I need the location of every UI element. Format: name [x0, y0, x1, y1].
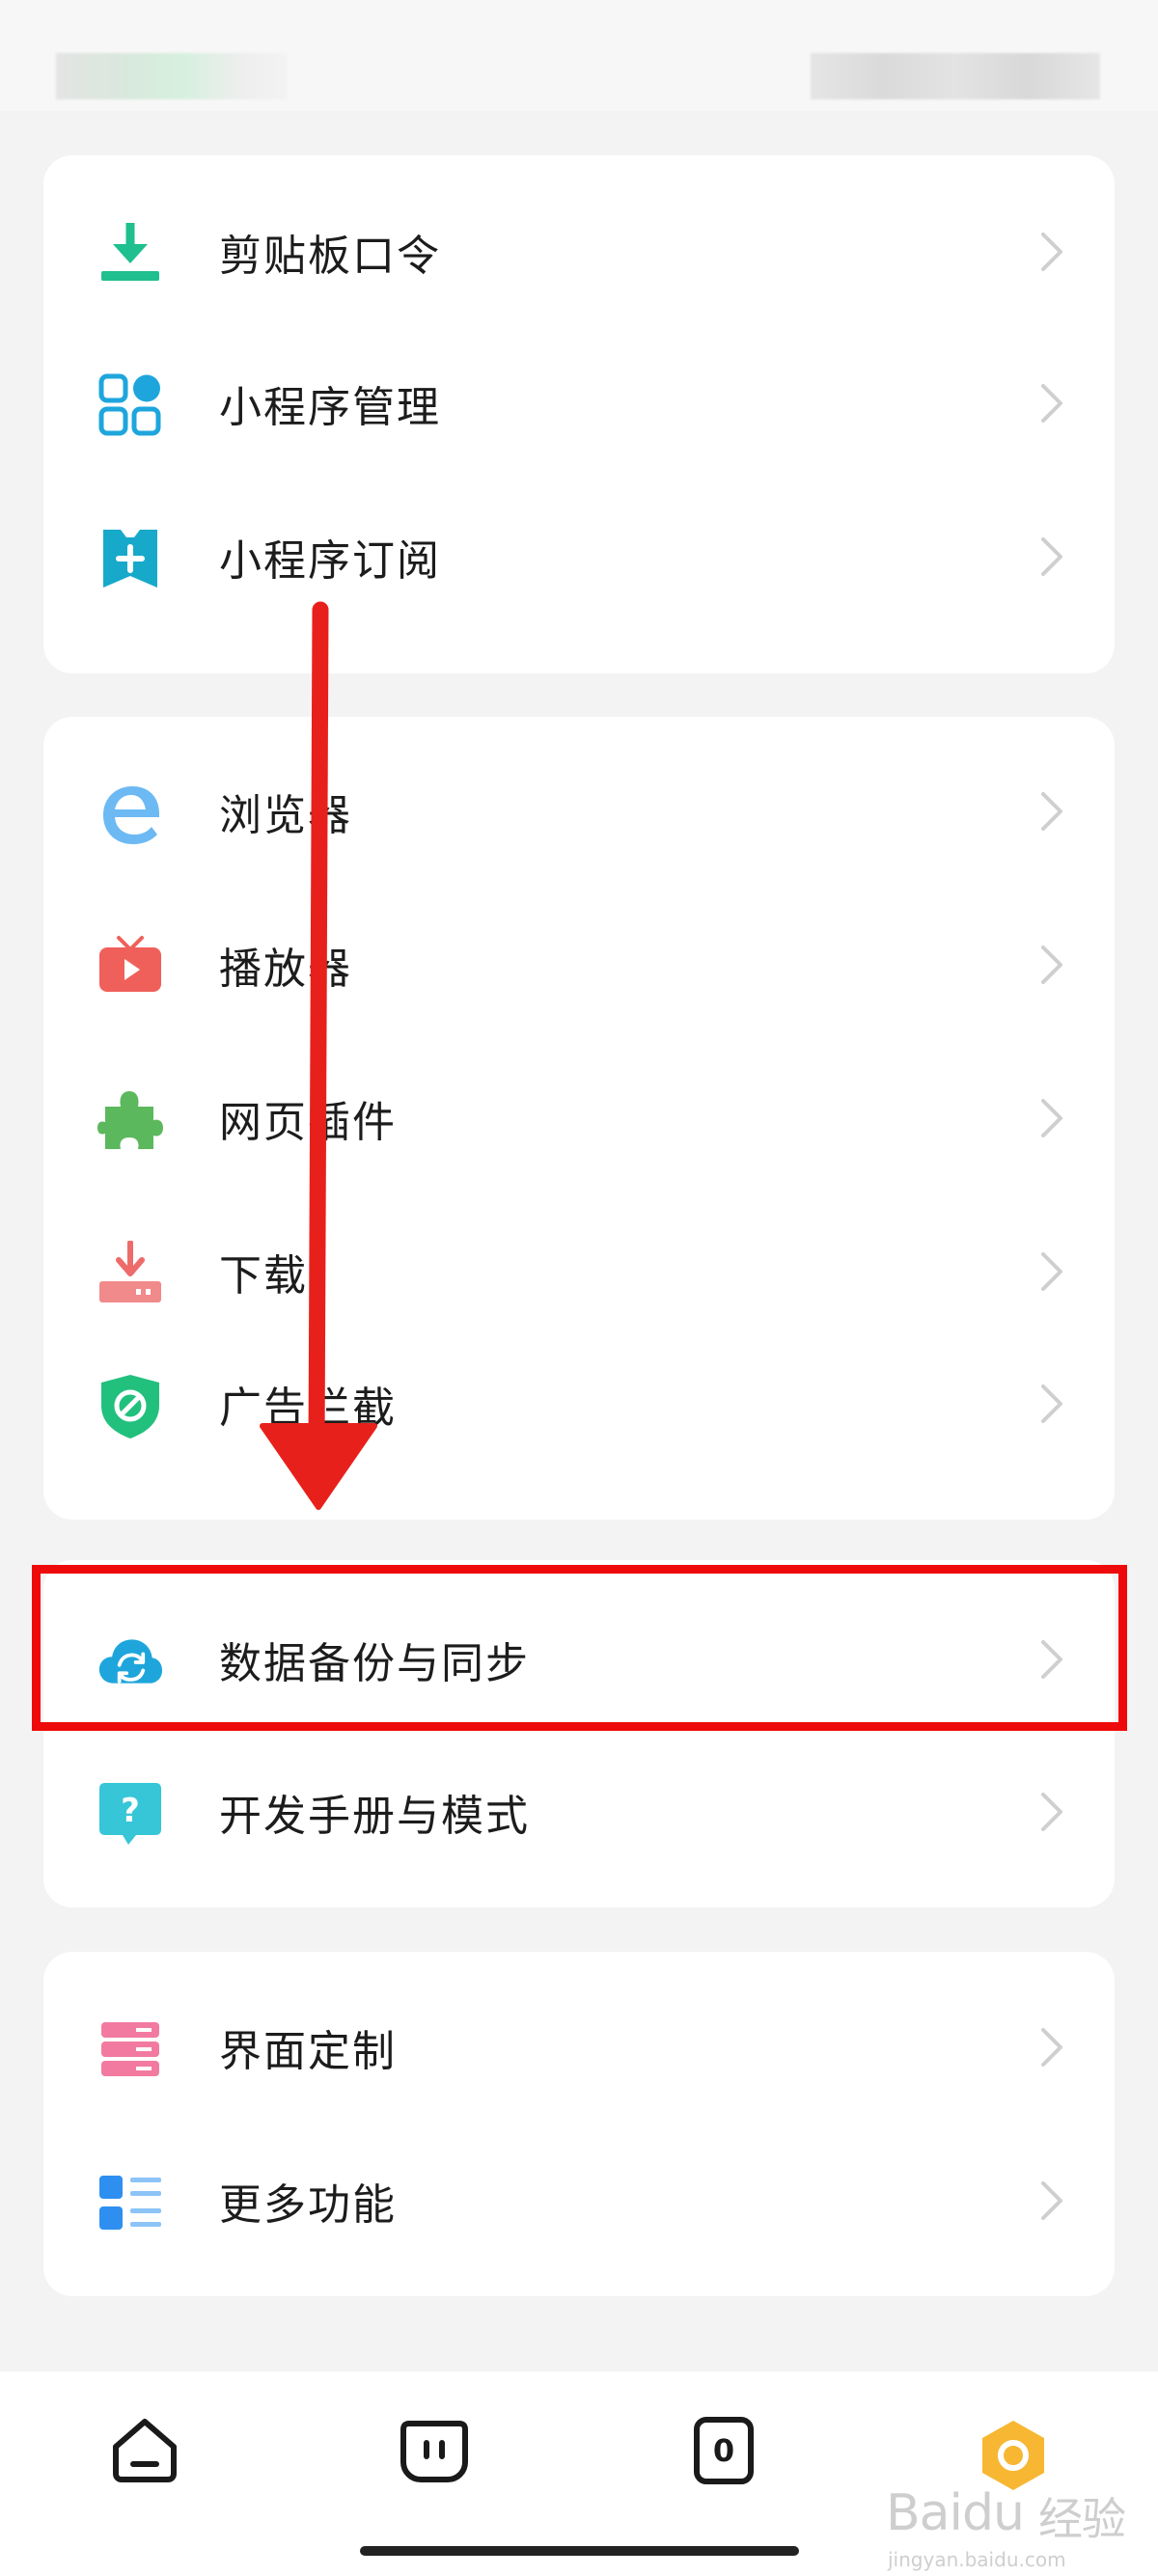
menu-item-label: 开发手册与模式 [219, 1792, 530, 1841]
menu-item-label: 界面定制 [219, 2027, 397, 2076]
annotation-highlight-box [32, 1565, 1127, 1731]
settings-card-ui: 界面定制 更多功能 [43, 1952, 1115, 2296]
chevron-right-icon [1037, 231, 1066, 273]
status-bar-blurred-left [56, 53, 288, 99]
status-bar-blurred-right [811, 53, 1100, 99]
settings-card-mini-programs: 剪贴板口令 小程序管理 小程序订阅 [43, 155, 1115, 673]
nav-tab-tabs[interactable]: 0 [685, 2412, 762, 2489]
menu-item-more-features[interactable]: 更多功能 [43, 2128, 1115, 2273]
nav-tab-home[interactable] [106, 2412, 183, 2489]
browser-e-icon [97, 781, 163, 846]
menu-item-label: 播放器 [219, 945, 352, 994]
chevron-right-icon [1037, 944, 1066, 986]
layers-list-icon [97, 2016, 163, 2082]
tv-play-icon [97, 934, 163, 1000]
menu-item-downloads[interactable]: 下载 [43, 1199, 1115, 1344]
chat-face-icon [396, 2412, 473, 2493]
baidu-jingyan-watermark: Baidu 经验 jingyan.baidu.com [886, 2484, 1137, 2571]
chevron-right-icon [1037, 535, 1066, 578]
menu-item-label: 广告拦截 [219, 1384, 397, 1433]
menu-item-label: 下载 [219, 1251, 308, 1301]
nav-tab-profile[interactable] [975, 2417, 1052, 2494]
menu-item-label: 剪贴板口令 [219, 232, 441, 281]
menu-item-clipboard-token[interactable]: 剪贴板口令 [43, 179, 1115, 324]
watermark-brand: Baidu [886, 2484, 1025, 2542]
watermark-url: jingyan.baidu.com [888, 2548, 1066, 2571]
chevron-right-icon [1037, 790, 1066, 833]
chevron-right-icon [1037, 1383, 1066, 1425]
menu-item-label: 网页插件 [219, 1098, 397, 1147]
chevron-right-icon [1037, 1791, 1066, 1833]
menu-item-mini-program-subscribe[interactable]: 小程序订阅 [43, 484, 1115, 629]
menu-item-player[interactable]: 播放器 [43, 892, 1115, 1037]
menu-item-web-plugins[interactable]: 网页插件 [43, 1046, 1115, 1191]
svg-text:?: ? [121, 1792, 140, 1830]
menu-item-label: 浏览器 [219, 791, 352, 840]
more-list-icon [97, 2170, 163, 2235]
download-tray-icon [97, 1241, 163, 1306]
question-bubble-icon: ? [97, 1781, 163, 1847]
shield-block-icon [97, 1373, 163, 1439]
clipboard-download-icon [97, 221, 163, 287]
chevron-right-icon [1037, 2026, 1066, 2069]
menu-item-ad-block[interactable]: 广告拦截 [43, 1331, 1115, 1476]
chevron-right-icon [1037, 2179, 1066, 2222]
grid-apps-icon [97, 372, 163, 438]
watermark-cn: 经验 [1038, 2493, 1126, 2545]
tabs-count: 0 [712, 2432, 735, 2469]
chevron-right-icon [1037, 1250, 1066, 1293]
tabs-count-icon: 0 [685, 2412, 762, 2489]
menu-item-mini-program-manage[interactable]: 小程序管理 [43, 331, 1115, 476]
menu-item-label: 小程序订阅 [219, 536, 441, 586]
nav-tab-chat[interactable] [396, 2412, 473, 2489]
menu-item-dev-manual-mode[interactable]: ? 开发手册与模式 [43, 1740, 1115, 1884]
home-icon [106, 2412, 183, 2493]
status-bar [0, 0, 1158, 111]
puzzle-icon [97, 1087, 163, 1153]
settings-card-browser: 浏览器 播放器 网页插件 下载 广告拦截 [43, 717, 1115, 1520]
menu-item-ui-customize[interactable]: 界面定制 [43, 1975, 1115, 2120]
menu-item-label: 小程序管理 [219, 383, 441, 432]
home-indicator [360, 2546, 799, 2556]
bookmark-plus-icon [97, 526, 163, 591]
menu-item-browser[interactable]: 浏览器 [43, 739, 1115, 884]
chevron-right-icon [1037, 382, 1066, 425]
menu-item-label: 更多功能 [219, 2180, 397, 2230]
chevron-right-icon [1037, 1097, 1066, 1139]
